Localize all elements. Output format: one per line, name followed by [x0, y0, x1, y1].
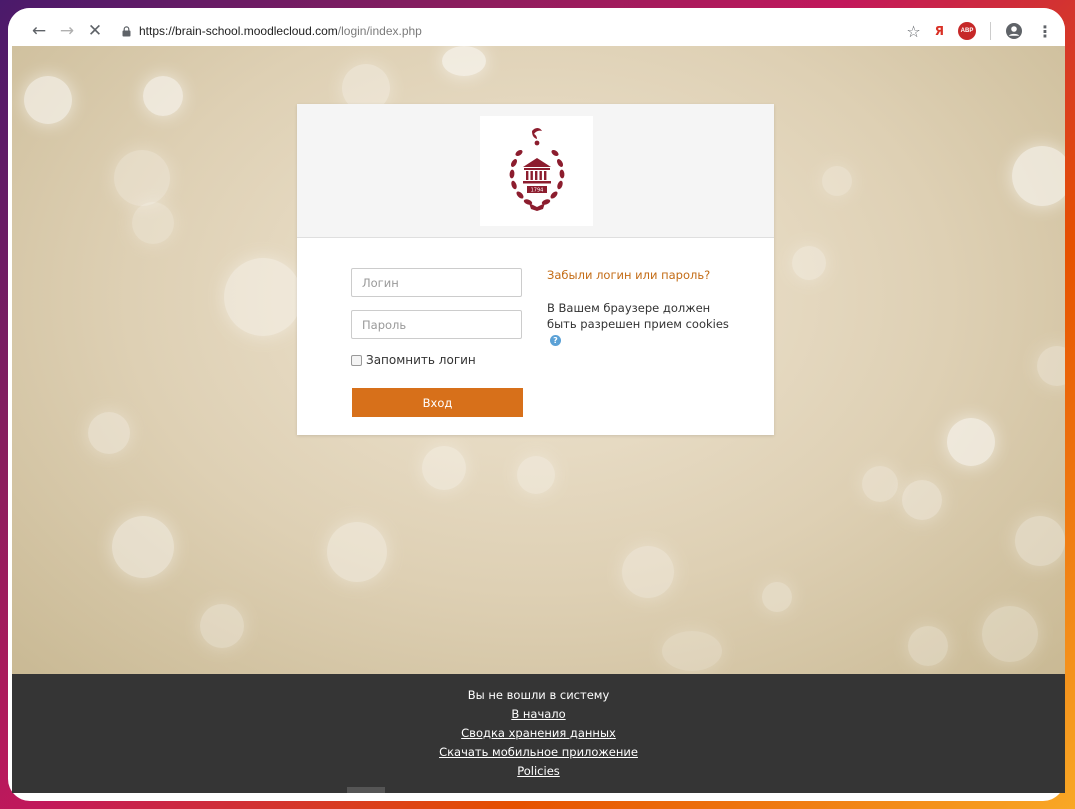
arrow-right-icon[interactable]: →: [54, 18, 80, 44]
footer-link-policies[interactable]: Policies: [517, 764, 560, 778]
toolbar-divider: [990, 22, 991, 40]
adblock-label: ABP: [960, 28, 974, 34]
help-icon[interactable]: ?: [550, 335, 561, 346]
cookies-notice-text: В Вашем браузере должен быть разрешен пр…: [547, 301, 729, 331]
remember-checkbox[interactable]: [351, 354, 362, 366]
forgot-password-link[interactable]: Забыли логин или пароль?: [547, 268, 710, 282]
page-background: 1794 Логин Пароль Запомнить логин Вход З…: [12, 46, 1065, 674]
url-path: /login/index.php: [337, 24, 422, 38]
bokeh-light: [762, 582, 792, 612]
bokeh-light: [908, 626, 948, 666]
logo-year: 1794: [530, 188, 543, 194]
url-host: https://brain-school.moodlecloud.com: [139, 24, 338, 38]
star-icon[interactable]: ☆: [906, 22, 920, 41]
footer-link-data-retention[interactable]: Сводка хранения данных: [461, 726, 616, 740]
username-input[interactable]: Логин: [351, 268, 522, 297]
remember-username[interactable]: Запомнить логин: [351, 353, 476, 367]
bokeh-light: [422, 446, 466, 490]
password-input[interactable]: Пароль: [351, 310, 522, 339]
more-vert-icon[interactable]: ⋮: [1037, 22, 1053, 41]
bokeh-light: [112, 516, 174, 578]
bokeh-light: [1012, 146, 1065, 206]
bokeh-light: [442, 46, 486, 76]
bokeh-light: [327, 522, 387, 582]
bokeh-light: [822, 166, 852, 196]
yandex-icon[interactable]: Я: [935, 24, 944, 38]
username-placeholder: Логин: [362, 275, 399, 290]
bokeh-light: [200, 604, 244, 648]
account-icon[interactable]: [1005, 22, 1023, 40]
close-icon[interactable]: ✕: [82, 18, 108, 44]
bokeh-light: [947, 418, 995, 466]
address-bar[interactable]: https://brain-school.moodlecloud.com/log…: [122, 24, 422, 38]
bokeh-light: [662, 631, 722, 671]
bokeh-light: [1015, 516, 1065, 566]
lock-icon: [122, 25, 131, 36]
bokeh-light: [24, 76, 72, 124]
bokeh-light: [517, 456, 555, 494]
bokeh-light: [224, 258, 302, 336]
remember-label: Запомнить логин: [366, 353, 476, 367]
university-logo: 1794: [480, 116, 593, 226]
bokeh-light: [862, 466, 898, 502]
bokeh-light: [132, 202, 174, 244]
cookies-notice: В Вашем браузере должен быть разрешен пр…: [547, 300, 732, 348]
page-footer: Вы не вошли в систему В начало Сводка хр…: [12, 674, 1065, 793]
login-card: 1794 Логин Пароль Запомнить логин Вход З…: [297, 104, 774, 435]
laurel-wreath-logo-icon: 1794: [509, 128, 564, 211]
adblock-icon[interactable]: ABP: [958, 22, 976, 40]
footer-link-mobile-app[interactable]: Скачать мобильное приложение: [439, 745, 638, 759]
login-button[interactable]: Вход: [352, 388, 523, 417]
bokeh-light: [143, 76, 183, 116]
password-placeholder: Пароль: [362, 317, 407, 332]
bokeh-light: [902, 480, 942, 520]
login-status: Вы не вошли в систему: [467, 688, 610, 702]
taskbar-chip: [347, 787, 385, 793]
bokeh-light: [1037, 346, 1065, 386]
bokeh-light: [982, 606, 1038, 662]
footer-link-home[interactable]: В начало: [511, 707, 565, 721]
login-card-header: 1794: [297, 104, 774, 238]
bokeh-light: [114, 150, 170, 206]
bokeh-light: [792, 246, 826, 280]
bokeh-light: [622, 546, 674, 598]
bokeh-light: [88, 412, 130, 454]
arrow-left-icon[interactable]: ←: [26, 18, 52, 44]
